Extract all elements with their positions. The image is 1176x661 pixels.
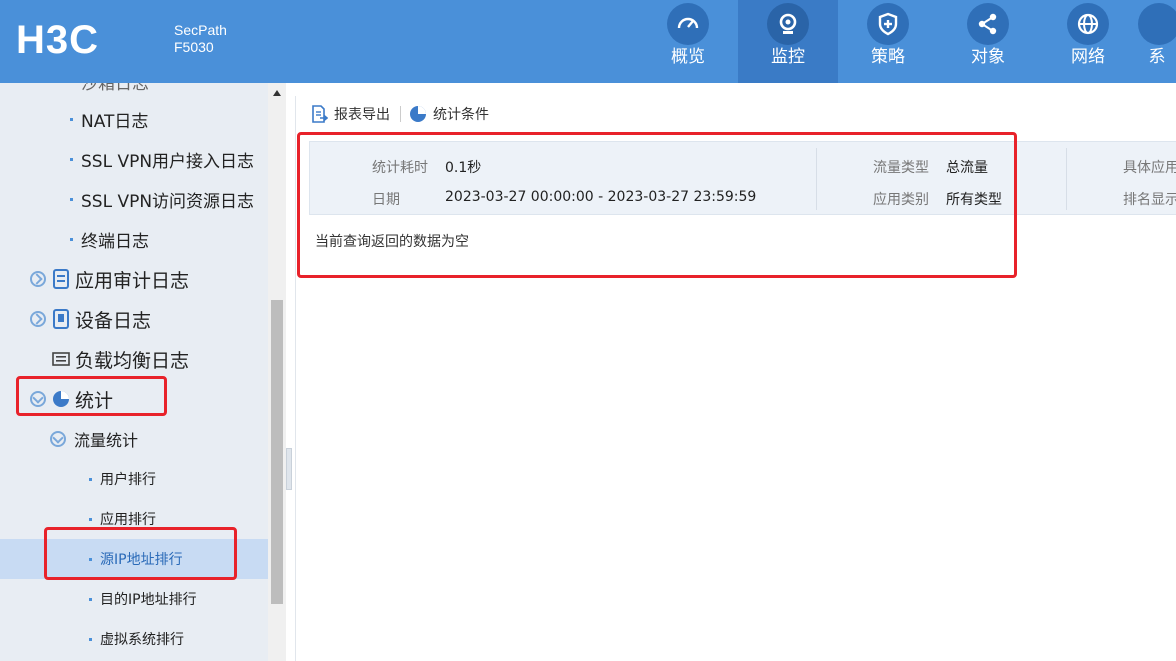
brand-logo: H3C bbox=[16, 18, 100, 62]
webcam-icon bbox=[767, 3, 809, 45]
rank-display-label: 排名显示 bbox=[1123, 192, 1176, 208]
query-summary-panel: 统计耗时 0.1秒 日期 2023-03-27 00:00:00 - 2023-… bbox=[309, 141, 1176, 215]
sidebar-scroll-thumb[interactable] bbox=[271, 300, 283, 604]
elapsed-time-value: 0.1秒 bbox=[445, 160, 482, 176]
bullet-icon bbox=[89, 557, 92, 561]
sidebar-item-label: 应用审计日志 bbox=[75, 269, 190, 292]
sidebar-item-label: SSL VPN访问资源日志 bbox=[81, 191, 255, 212]
sidebar-item-label: 用户排行 bbox=[100, 472, 156, 488]
document-icon bbox=[53, 269, 69, 289]
bullet-icon bbox=[89, 597, 92, 601]
sidebar-item-terminal-log[interactable]: 终端日志 bbox=[0, 219, 268, 259]
sidebar-item-label: 应用排行 bbox=[100, 512, 156, 528]
globe-icon bbox=[1067, 3, 1109, 45]
sidebar-item-label: 终端日志 bbox=[81, 231, 149, 252]
device-icon bbox=[53, 309, 69, 329]
scroll-up-icon[interactable] bbox=[273, 90, 281, 96]
sidebar-item-sslvpn-resource-log[interactable]: SSL VPN访问资源日志 bbox=[0, 179, 268, 219]
bullet-icon bbox=[70, 197, 73, 201]
system-icon bbox=[1138, 3, 1176, 45]
nav-overview-label: 概览 bbox=[671, 47, 705, 67]
date-label: 日期 bbox=[372, 192, 400, 208]
nav-object-label: 对象 bbox=[971, 47, 1005, 67]
elapsed-time-label: 统计耗时 bbox=[372, 160, 428, 176]
list-icon bbox=[52, 352, 70, 366]
bullet-icon bbox=[89, 477, 92, 481]
top-header: H3C SecPath F5030 概览 监控 策略 对象 网络 系 bbox=[0, 0, 1176, 83]
pie-chart-icon bbox=[410, 106, 426, 122]
export-report-label: 报表导出 bbox=[334, 107, 390, 123]
sidebar-item-sslvpn-access-log[interactable]: SSL VPN用户接入日志 bbox=[0, 139, 268, 179]
sidebar: 沙箱日志 NAT日志 SSL VPN用户接入日志 SSL VPN访问资源日志 终… bbox=[0, 83, 268, 661]
sidebar-item-lb-log[interactable]: 负载均衡日志 bbox=[0, 339, 268, 379]
pie-chart-icon bbox=[53, 391, 69, 407]
sidebar-item-label: 目的IP地址排行 bbox=[100, 592, 197, 608]
sidebar-item-dst-ip-rank[interactable]: 目的IP地址排行 bbox=[0, 579, 268, 619]
bullet-icon bbox=[89, 637, 92, 641]
nav-monitor-label: 监控 bbox=[771, 47, 805, 67]
product-name: SecPath F5030 bbox=[174, 22, 227, 56]
date-value: 2023-03-27 00:00:00 - 2023-03-27 23:59:5… bbox=[445, 189, 757, 205]
nav-monitor[interactable]: 监控 bbox=[738, 0, 838, 83]
export-icon bbox=[312, 105, 328, 123]
sidebar-item-app-audit-log[interactable]: 应用审计日志 bbox=[0, 259, 268, 299]
sidebar-item-label: 流量统计 bbox=[74, 431, 139, 450]
sidebar-item-label: NAT日志 bbox=[81, 111, 149, 132]
collapse-icon bbox=[50, 431, 66, 447]
nav-overview[interactable]: 概览 bbox=[638, 0, 738, 83]
app-category-value: 所有类型 bbox=[946, 192, 1002, 208]
sidebar-item-label: 源IP地址排行 bbox=[100, 552, 183, 568]
product-line-1: SecPath bbox=[174, 22, 227, 38]
main-nav: 概览 监控 策略 对象 网络 系 bbox=[638, 0, 1176, 83]
export-report-button[interactable]: 报表导出 bbox=[296, 104, 400, 124]
nav-policy-label: 策略 bbox=[871, 47, 905, 67]
empty-result-message: 当前查询返回的数据为空 bbox=[315, 234, 469, 250]
product-line-2: F5030 bbox=[174, 39, 214, 55]
sidebar-item-label: 负载均衡日志 bbox=[75, 349, 190, 372]
bullet-icon bbox=[89, 517, 92, 521]
sidebar-item-label: SSL VPN用户接入日志 bbox=[81, 151, 255, 172]
nav-system-label: 系 bbox=[1148, 47, 1166, 67]
sidebar-item-traffic-stats[interactable]: 流量统计 bbox=[0, 419, 268, 459]
sidebar-item-label: 沙箱日志 bbox=[81, 83, 149, 94]
sidebar-item-user-rank[interactable]: 用户排行 bbox=[0, 459, 268, 499]
stat-conditions-button[interactable]: 统计条件 bbox=[401, 104, 499, 124]
main-content: 报表导出 统计条件 统计耗时 0.1秒 日期 2023-03-27 00:00:… bbox=[295, 96, 1176, 661]
traffic-type-value: 总流量 bbox=[946, 160, 988, 176]
traffic-type-label: 流量类型 bbox=[873, 160, 929, 176]
shield-icon bbox=[867, 3, 909, 45]
expand-icon bbox=[30, 271, 46, 287]
nav-object[interactable]: 对象 bbox=[938, 0, 1038, 83]
stat-conditions-label: 统计条件 bbox=[433, 107, 489, 123]
toolbar: 报表导出 统计条件 bbox=[296, 96, 1176, 132]
share-nodes-icon bbox=[967, 3, 1009, 45]
sidebar-item-vsys-rank[interactable]: 虚拟系统排行 bbox=[0, 619, 268, 659]
expand-icon bbox=[30, 311, 46, 327]
nav-network[interactable]: 网络 bbox=[1038, 0, 1138, 83]
nav-network-label: 网络 bbox=[1071, 47, 1105, 67]
sidebar-item-label: 虚拟系统排行 bbox=[100, 632, 184, 648]
nav-policy[interactable]: 策略 bbox=[838, 0, 938, 83]
sidebar-item-app-rank[interactable]: 应用排行 bbox=[0, 499, 268, 539]
collapse-icon bbox=[30, 391, 46, 407]
sidebar-item-label: 设备日志 bbox=[75, 309, 152, 332]
bullet-icon bbox=[70, 157, 73, 161]
bullet-icon bbox=[70, 237, 73, 241]
sidebar-item-src-ip-rank[interactable]: 源IP地址排行 bbox=[0, 539, 268, 579]
bullet-icon bbox=[70, 117, 73, 121]
summary-divider bbox=[816, 148, 817, 210]
sidebar-item-label: 统计 bbox=[75, 389, 114, 412]
specific-app-label: 具体应用 bbox=[1123, 160, 1176, 176]
sidebar-collapse-handle[interactable] bbox=[286, 448, 292, 490]
summary-divider bbox=[1066, 148, 1067, 210]
sidebar-item-device-log[interactable]: 设备日志 bbox=[0, 299, 268, 339]
dashboard-icon bbox=[667, 3, 709, 45]
sidebar-item-nat-log[interactable]: NAT日志 bbox=[0, 99, 268, 139]
app-category-label: 应用类别 bbox=[873, 192, 929, 208]
sidebar-item-statistics[interactable]: 统计 bbox=[0, 379, 268, 419]
nav-system[interactable]: 系 bbox=[1138, 0, 1176, 83]
